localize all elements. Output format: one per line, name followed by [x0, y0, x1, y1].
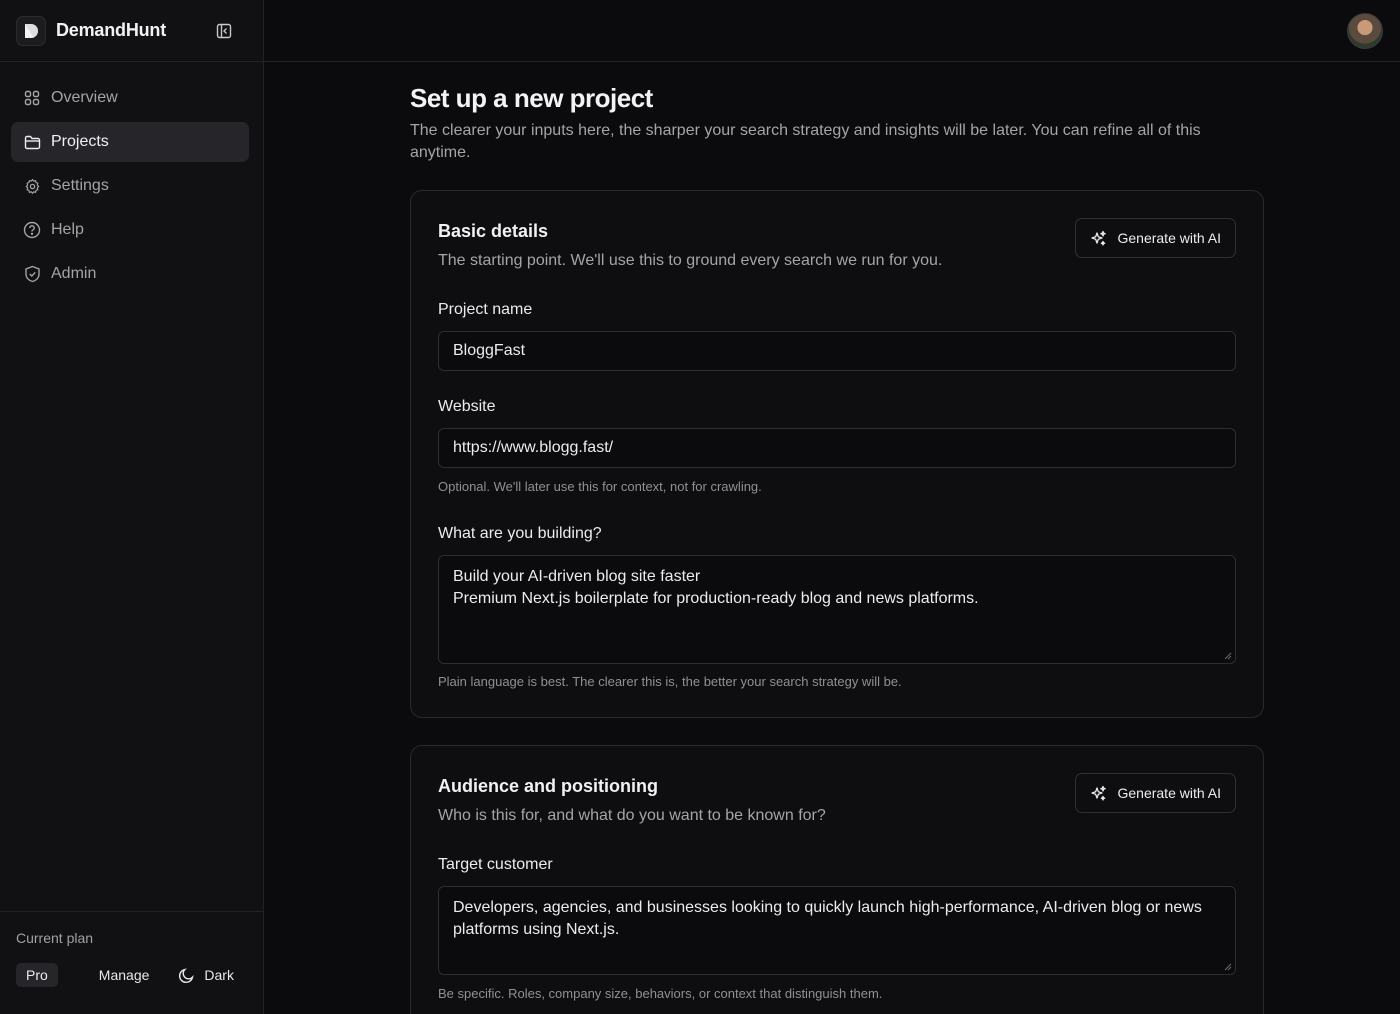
- avatar[interactable]: [1347, 13, 1383, 49]
- top-bar: [264, 0, 1400, 62]
- field-hint: Plain language is best. The clearer this…: [438, 674, 902, 689]
- generate-with-ai-label: Generate with AI: [1117, 785, 1221, 801]
- field-hint: Be specific. Roles, company size, behavi…: [438, 986, 883, 1001]
- generate-with-ai-label: Generate with AI: [1117, 230, 1221, 246]
- app-root: DemandHunt Overview Projects Settings He…: [0, 0, 1400, 1014]
- field-hint: Optional. We'll later use this for conte…: [438, 479, 762, 494]
- page-title: Set up a new project: [410, 83, 653, 113]
- sidebar-item-label: Admin: [51, 265, 97, 282]
- target-customer-field: Target customer Developers, agencies, an…: [438, 855, 1236, 1002]
- grid-icon: [23, 89, 41, 107]
- theme-toggle-button[interactable]: Dark: [178, 967, 234, 984]
- building-field: What are you building? Build your AI-dri…: [438, 524, 1236, 690]
- sidebar-item-label: Help: [51, 221, 84, 238]
- sidebar: DemandHunt Overview Projects Settings He…: [0, 0, 264, 1014]
- field-label: Project name: [438, 301, 533, 318]
- sparkles-icon: [1090, 230, 1107, 247]
- sidebar-item-help[interactable]: Help: [11, 210, 249, 250]
- field-label: Website: [438, 398, 496, 415]
- help-circle-icon: [23, 221, 41, 239]
- project-name-field: Project name BloggFast: [438, 300, 1236, 371]
- plan-section: Current plan Pro Manage Dark: [0, 911, 263, 1014]
- target-customer-textarea[interactable]: Developers, agencies, and businesses loo…: [438, 886, 1236, 975]
- sidebar-item-projects[interactable]: Projects: [11, 122, 249, 162]
- generate-with-ai-button[interactable]: Generate with AI: [1075, 218, 1236, 258]
- generate-with-ai-button[interactable]: Generate with AI: [1075, 773, 1236, 813]
- resize-handle-icon[interactable]: [1224, 963, 1232, 971]
- basic-details-card: Basic details The starting point. We'll …: [410, 190, 1264, 718]
- website-field: Website https://www.blogg.fast/ Optional…: [438, 397, 1236, 495]
- logo-icon[interactable]: [16, 15, 46, 46]
- textarea-line: Premium Next.js boilerplate for producti…: [453, 590, 979, 607]
- website-input[interactable]: https://www.blogg.fast/: [438, 428, 1236, 468]
- sparkles-icon: [1090, 785, 1107, 802]
- sidebar-item-settings[interactable]: Settings: [11, 166, 249, 206]
- resize-handle-icon[interactable]: [1224, 652, 1232, 660]
- textarea-text: Developers, agencies, and businesses loo…: [453, 899, 1202, 938]
- textarea-line: Build your AI-driven blog site faster: [453, 568, 701, 585]
- theme-toggle-label: Dark: [204, 967, 234, 983]
- field-label: Target customer: [438, 856, 553, 873]
- sidebar-nav: Overview Projects Settings Help Admin: [0, 62, 263, 294]
- sidebar-collapse-icon[interactable]: [215, 22, 233, 40]
- field-label: What are you building?: [438, 525, 602, 542]
- sidebar-item-overview[interactable]: Overview: [11, 78, 249, 118]
- shield-icon: [23, 265, 41, 283]
- brand-name: DemandHunt: [56, 20, 166, 40]
- manage-plan-button[interactable]: Manage: [99, 967, 150, 983]
- folder-icon: [23, 133, 41, 151]
- main-content: Set up a new project The clearer your in…: [410, 62, 1264, 1014]
- sidebar-item-label: Projects: [51, 133, 109, 150]
- project-name-input[interactable]: BloggFast: [438, 331, 1236, 371]
- plan-badge: Pro: [16, 963, 58, 987]
- brand-header: DemandHunt: [0, 0, 263, 62]
- moon-icon: [178, 967, 195, 984]
- plan-row: Pro Manage Dark: [16, 963, 247, 987]
- page-subtitle: The clearer your inputs here, the sharpe…: [410, 122, 1201, 161]
- audience-card: Audience and positioning Who is this for…: [410, 745, 1264, 1014]
- sidebar-item-label: Overview: [51, 89, 118, 106]
- sidebar-item-label: Settings: [51, 177, 109, 194]
- building-textarea[interactable]: Build your AI-driven blog site faster Pr…: [438, 555, 1236, 664]
- sidebar-item-admin[interactable]: Admin: [11, 254, 249, 294]
- gear-icon: [23, 177, 41, 195]
- plan-label: Current plan: [16, 930, 94, 946]
